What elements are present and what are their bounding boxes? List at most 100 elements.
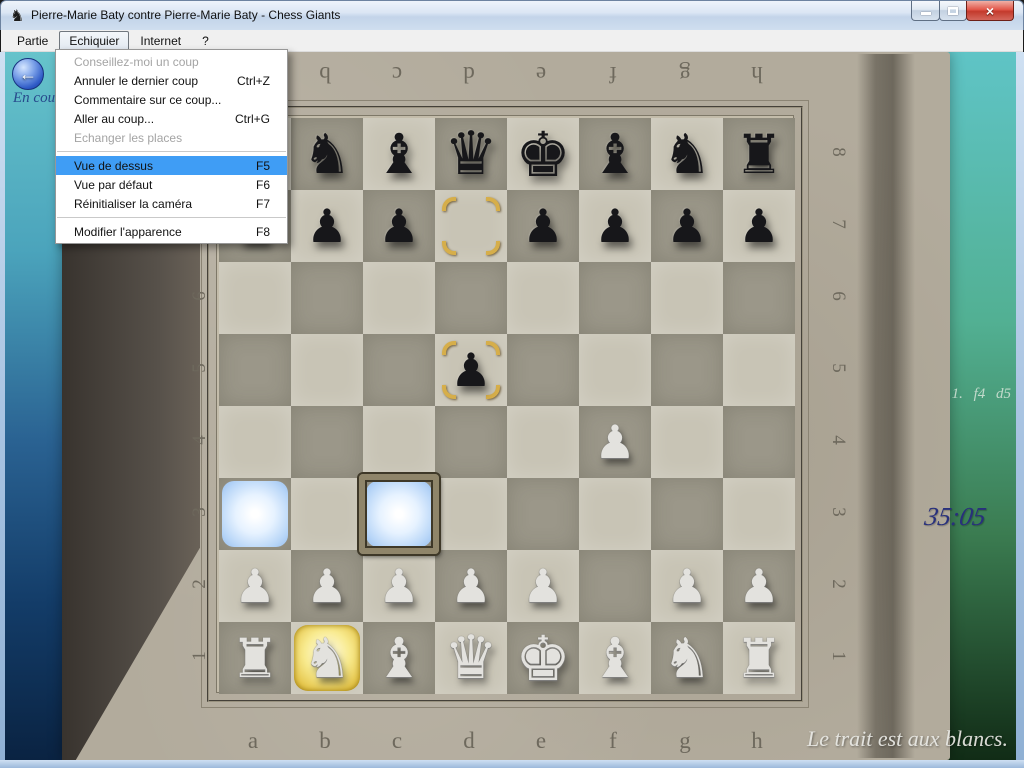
- square-e4[interactable]: [507, 406, 579, 478]
- square-h8[interactable]: ♜: [723, 118, 795, 190]
- white-knight-b1[interactable]: ♞: [291, 622, 363, 694]
- menubar-item-echiquier[interactable]: Echiquier: [59, 31, 129, 51]
- square-c2[interactable]: ♟: [363, 550, 435, 622]
- square-d7[interactable]: [435, 190, 507, 262]
- square-c4[interactable]: [363, 406, 435, 478]
- black-pawn-h7[interactable]: ♟: [723, 190, 795, 262]
- white-queen-d1[interactable]: ♛: [435, 622, 507, 694]
- black-queen-d8[interactable]: ♛: [435, 118, 507, 190]
- square-c1[interactable]: ♝: [363, 622, 435, 694]
- square-b5[interactable]: [291, 334, 363, 406]
- maximize-button[interactable]: [939, 1, 967, 21]
- square-g4[interactable]: [651, 406, 723, 478]
- square-b2[interactable]: ♟: [291, 550, 363, 622]
- square-f7[interactable]: ♟: [579, 190, 651, 262]
- square-a6[interactable]: [219, 262, 291, 334]
- white-pawn-b2[interactable]: ♟: [291, 550, 363, 622]
- square-h3[interactable]: [723, 478, 795, 550]
- black-knight-g8[interactable]: ♞: [651, 118, 723, 190]
- black-pawn-e7[interactable]: ♟: [507, 190, 579, 262]
- menu-item-annuler-le-dernier-coup[interactable]: Annuler le dernier coupCtrl+Z: [56, 71, 287, 90]
- square-h1[interactable]: ♜: [723, 622, 795, 694]
- square-g1[interactable]: ♞: [651, 622, 723, 694]
- square-b4[interactable]: [291, 406, 363, 478]
- square-c7[interactable]: ♟: [363, 190, 435, 262]
- square-b7[interactable]: ♟: [291, 190, 363, 262]
- square-g2[interactable]: ♟: [651, 550, 723, 622]
- square-b8[interactable]: ♞: [291, 118, 363, 190]
- square-e7[interactable]: ♟: [507, 190, 579, 262]
- menubar-item-partie[interactable]: Partie: [7, 31, 58, 51]
- square-d1[interactable]: ♛: [435, 622, 507, 694]
- square-a5[interactable]: [219, 334, 291, 406]
- menu-item-vue-par-d-faut[interactable]: Vue par défautF6: [56, 175, 287, 194]
- square-b6[interactable]: [291, 262, 363, 334]
- square-f4[interactable]: ♟: [579, 406, 651, 478]
- square-h5[interactable]: [723, 334, 795, 406]
- black-knight-b8[interactable]: ♞: [291, 118, 363, 190]
- square-e2[interactable]: ♟: [507, 550, 579, 622]
- square-f3[interactable]: [579, 478, 651, 550]
- square-d8[interactable]: ♛: [435, 118, 507, 190]
- square-f8[interactable]: ♝: [579, 118, 651, 190]
- black-pawn-g7[interactable]: ♟: [651, 190, 723, 262]
- menu-item-aller-au-coup-[interactable]: Aller au coup...Ctrl+G: [56, 109, 287, 128]
- white-pawn-h2[interactable]: ♟: [723, 550, 795, 622]
- black-bishop-f8[interactable]: ♝: [579, 118, 651, 190]
- black-pawn-b7[interactable]: ♟: [291, 190, 363, 262]
- square-a3[interactable]: [219, 478, 291, 550]
- white-king-e1[interactable]: ♚: [507, 622, 579, 694]
- minimize-button[interactable]: [911, 1, 940, 21]
- square-h2[interactable]: ♟: [723, 550, 795, 622]
- square-h6[interactable]: [723, 262, 795, 334]
- white-pawn-d2[interactable]: ♟: [435, 550, 507, 622]
- square-e8[interactable]: ♚: [507, 118, 579, 190]
- square-f6[interactable]: [579, 262, 651, 334]
- square-a4[interactable]: [219, 406, 291, 478]
- square-h4[interactable]: [723, 406, 795, 478]
- square-d4[interactable]: [435, 406, 507, 478]
- square-g8[interactable]: ♞: [651, 118, 723, 190]
- white-pawn-g2[interactable]: ♟: [651, 550, 723, 622]
- square-f2[interactable]: [579, 550, 651, 622]
- square-d5[interactable]: ♟: [435, 334, 507, 406]
- square-a2[interactable]: ♟: [219, 550, 291, 622]
- black-king-e8[interactable]: ♚: [507, 118, 579, 190]
- menubar-item--[interactable]: ?: [192, 31, 219, 51]
- square-e6[interactable]: [507, 262, 579, 334]
- black-pawn-c7[interactable]: ♟: [363, 190, 435, 262]
- menubar-item-internet[interactable]: Internet: [130, 31, 191, 51]
- menu-item-r-initialiser-la-cam-ra[interactable]: Réinitialiser la caméraF7: [56, 194, 287, 213]
- black-rook-h8[interactable]: ♜: [723, 118, 795, 190]
- square-a1[interactable]: ♜: [219, 622, 291, 694]
- square-g5[interactable]: [651, 334, 723, 406]
- black-pawn-d5[interactable]: ♟: [435, 334, 507, 406]
- white-bishop-f1[interactable]: ♝: [579, 622, 651, 694]
- square-d6[interactable]: [435, 262, 507, 334]
- white-pawn-f4[interactable]: ♟: [579, 406, 651, 478]
- menu-item-conseillez-moi-un-coup[interactable]: Conseillez-moi un coup: [56, 52, 287, 71]
- square-c8[interactable]: ♝: [363, 118, 435, 190]
- menu-item-vue-de-dessus[interactable]: Vue de dessusF5: [56, 156, 287, 175]
- square-e3[interactable]: [507, 478, 579, 550]
- square-e5[interactable]: [507, 334, 579, 406]
- square-f1[interactable]: ♝: [579, 622, 651, 694]
- title-bar[interactable]: ♞ Pierre-Marie Baty contre Pierre-Marie …: [0, 0, 1024, 30]
- black-bishop-c8[interactable]: ♝: [363, 118, 435, 190]
- white-pawn-c2[interactable]: ♟: [363, 550, 435, 622]
- white-rook-h1[interactable]: ♜: [723, 622, 795, 694]
- white-rook-a1[interactable]: ♜: [219, 622, 291, 694]
- white-pawn-a2[interactable]: ♟: [219, 550, 291, 622]
- menu-item-echanger-les-places[interactable]: Echanger les places: [56, 128, 287, 147]
- square-e1[interactable]: ♚: [507, 622, 579, 694]
- square-d2[interactable]: ♟: [435, 550, 507, 622]
- white-pawn-e2[interactable]: ♟: [507, 550, 579, 622]
- close-button[interactable]: ×: [966, 1, 1014, 21]
- square-g7[interactable]: ♟: [651, 190, 723, 262]
- back-button[interactable]: ←: [12, 58, 44, 90]
- square-f5[interactable]: [579, 334, 651, 406]
- square-b1[interactable]: ♞: [291, 622, 363, 694]
- white-knight-g1[interactable]: ♞: [651, 622, 723, 694]
- black-pawn-f7[interactable]: ♟: [579, 190, 651, 262]
- square-c5[interactable]: [363, 334, 435, 406]
